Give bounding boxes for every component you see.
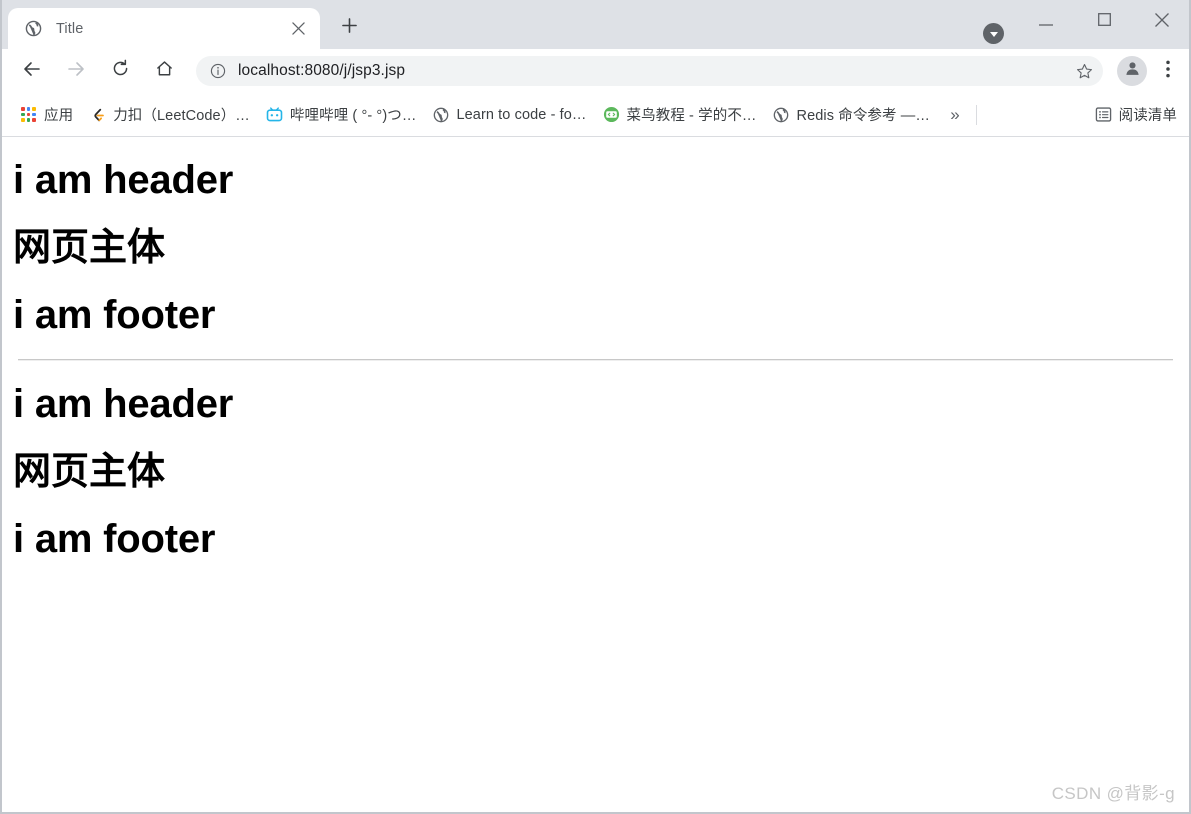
reload-button[interactable] [103,54,137,88]
globe-icon [432,106,449,123]
page-divider [18,359,1173,362]
page-heading-body-2: 网页主体 [13,450,166,493]
page-heading-header-2: i am header [13,382,234,427]
maximize-icon [1097,13,1111,31]
bookmark-item-redis[interactable]: Redis 命令参考 —… [765,101,938,129]
bookmarks-divider [975,104,977,125]
runoob-icon [603,106,620,123]
csdn-watermark: CSDN @背影-g [1051,784,1175,803]
arrow-left-icon [22,59,42,84]
person-icon [1124,60,1141,82]
bookmark-label: 哔哩哔哩 ( °- °)つ… [289,108,417,124]
home-icon [155,59,174,83]
minimize-button[interactable] [1017,0,1075,44]
reading-list-button[interactable]: 阅读清单 [1087,101,1185,129]
bookmark-label: 力扣（LeetCode）… [113,108,250,124]
page-heading-header-1: i am header [13,158,234,202]
tab-strip: Title [0,0,1191,49]
plus-icon [341,18,357,38]
bookmark-label: 应用 [44,108,74,124]
browser-window: Title localhost:8080/j/jsp3.jsp 应用 力扣（Le… [0,0,1191,814]
forward-button [59,54,93,88]
browser-tab[interactable]: Title [8,8,320,49]
close-icon[interactable] [286,17,310,41]
reading-list-label: 阅读清单 [1118,108,1177,124]
chrome-menu-button[interactable] [1153,54,1183,88]
three-dots-icon [1166,60,1170,83]
info-circle-icon[interactable] [208,61,228,81]
bilibili-icon [266,106,283,123]
maximize-button[interactable] [1075,0,1133,44]
window-border-left [0,0,2,814]
page-heading-footer-2: i am footer [13,517,216,562]
back-button[interactable] [15,54,49,88]
browser-toolbar: localhost:8080/j/jsp3.jsp [0,49,1191,93]
close-icon [1155,12,1169,32]
bookmark-item-learn-to-code[interactable]: Learn to code - fo… [424,101,594,129]
globe-icon [773,106,790,123]
bookmark-item-bilibili[interactable]: 哔哩哔哩 ( °- °)つ… [258,101,425,129]
window-controls [1017,0,1191,44]
page-viewport: i am header 网页主体 i am footer i am header… [0,137,1191,814]
bookmark-item-runoob[interactable]: 菜鸟教程 - 学的不… [595,101,765,129]
arrow-right-icon [66,59,86,84]
bookmarks-overflow-button[interactable]: » [942,101,968,129]
bookmark-label: Redis 命令参考 —… [796,108,930,124]
new-tab-button[interactable] [332,11,366,45]
home-button[interactable] [147,54,181,88]
profile-avatar[interactable] [1117,56,1147,86]
url-text[interactable]: localhost:8080/j/jsp3.jsp [238,62,1071,80]
apps-grid-icon [20,106,37,123]
page-content: i am header 网页主体 i am footer i am header… [8,158,1183,562]
star-icon[interactable] [1071,58,1097,84]
bookmark-apps[interactable]: 应用 [12,101,81,129]
close-button[interactable] [1133,0,1191,44]
download-icon[interactable] [983,23,1004,44]
page-heading-footer-1: i am footer [13,293,216,338]
reload-icon [111,59,130,83]
address-bar[interactable]: localhost:8080/j/jsp3.jsp [196,56,1103,86]
reading-list-icon [1095,106,1112,123]
bookmark-label: 菜鸟教程 - 学的不… [626,108,757,124]
bookmarks-bar: 应用 力扣（LeetCode）… 哔哩哔哩 ( °- °)つ… Learn to… [0,93,1191,137]
page-heading-body-1: 网页主体 [13,226,166,269]
globe-icon [24,20,42,38]
bookmark-item-leetcode[interactable]: 力扣（LeetCode）… [81,101,258,129]
bookmark-label: Learn to code - fo… [456,106,587,123]
minimize-icon [1039,13,1053,31]
leetcode-icon [89,106,106,123]
tab-title: Title [56,20,84,37]
